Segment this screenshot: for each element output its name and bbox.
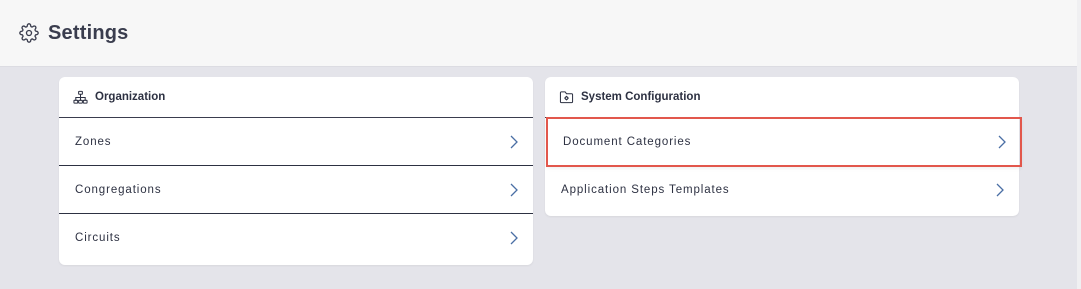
- system-configuration-card-title: System Configuration: [581, 91, 701, 103]
- chevron-right-icon: [996, 183, 1004, 197]
- page-header: Settings: [0, 0, 1077, 67]
- settings-item-label: Circuits: [75, 232, 121, 244]
- settings-item-application-steps-templates[interactable]: Application Steps Templates: [545, 166, 1019, 214]
- settings-item-document-categories[interactable]: Document Categories: [546, 117, 1022, 167]
- organization-card: Organization Zones Congregations Circuit…: [59, 77, 533, 265]
- organization-card-header: Organization: [59, 77, 533, 118]
- system-configuration-card: System Configuration Document Categories…: [545, 77, 1022, 216]
- folder-gear-icon: [558, 89, 574, 105]
- chevron-right-icon: [510, 183, 518, 196]
- chevron-right-icon: [510, 231, 518, 245]
- chevron-right-icon: [510, 135, 518, 148]
- settings-item-label: Congregations: [75, 183, 162, 196]
- settings-item-label: Document Categories: [563, 135, 692, 148]
- settings-item-circuits[interactable]: Circuits: [59, 214, 533, 262]
- settings-item-label: Application Steps Templates: [561, 184, 730, 196]
- system-configuration-card-header: System Configuration: [545, 77, 1019, 118]
- settings-item-zones[interactable]: Zones: [59, 118, 533, 166]
- gear-icon: [18, 22, 40, 44]
- page-title: Settings: [48, 21, 129, 44]
- chevron-right-icon: [998, 135, 1006, 148]
- org-chart-icon: [72, 89, 88, 105]
- scrollbar-track[interactable]: [1077, 0, 1081, 289]
- organization-card-title: Organization: [95, 91, 166, 103]
- settings-item-label: Zones: [75, 135, 112, 148]
- settings-item-congregations[interactable]: Congregations: [59, 166, 533, 214]
